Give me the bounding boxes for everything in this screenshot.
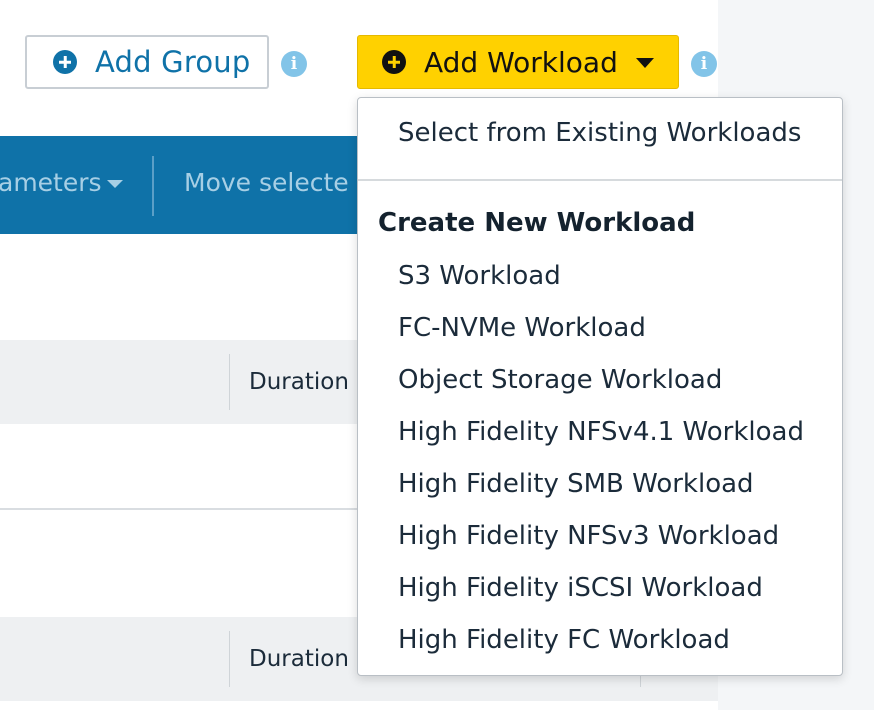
menu-divider xyxy=(358,179,842,181)
menu-item-s3-workload[interactable]: S3 Workload xyxy=(398,261,561,291)
info-icon[interactable]: i xyxy=(281,51,307,77)
menu-item-fc-nvme-workload[interactable]: FC-NVMe Workload xyxy=(398,313,646,343)
menu-item-object-storage-workload[interactable]: Object Storage Workload xyxy=(398,365,722,395)
add-workload-dropdown: Select from Existing Workloads Create Ne… xyxy=(357,97,843,676)
column-divider xyxy=(229,631,230,687)
info-icon[interactable]: i xyxy=(691,51,717,77)
add-workload-label: Add Workload xyxy=(424,45,618,79)
caret-down-icon xyxy=(107,180,123,188)
duration-column-header[interactable]: Duration xyxy=(249,646,349,672)
add-workload-button[interactable]: Add Workload xyxy=(357,35,679,89)
add-group-label: Add Group xyxy=(95,45,251,79)
menu-item-nfsv3-workload[interactable]: High Fidelity NFSv3 Workload xyxy=(398,521,779,551)
menu-item-fc-workload[interactable]: High Fidelity FC Workload xyxy=(398,625,730,655)
menu-item-smb-workload[interactable]: High Fidelity SMB Workload xyxy=(398,469,754,499)
toolbar-divider xyxy=(152,156,154,216)
parameters-menu[interactable]: ameters xyxy=(0,168,102,197)
create-new-workload-header: Create New Workload xyxy=(378,208,696,238)
move-selected-button[interactable]: Move selecte xyxy=(184,168,349,197)
add-group-button[interactable]: Add Group xyxy=(25,35,269,89)
plus-circle-icon xyxy=(382,50,406,74)
duration-column-header[interactable]: Duration xyxy=(249,369,349,395)
caret-down-icon xyxy=(636,58,654,68)
plus-circle-icon xyxy=(53,50,77,74)
menu-item-nfsv41-workload[interactable]: High Fidelity NFSv4.1 Workload xyxy=(398,417,804,447)
column-divider xyxy=(229,354,230,410)
select-existing-workloads-item[interactable]: Select from Existing Workloads xyxy=(398,118,801,148)
menu-item-iscsi-workload[interactable]: High Fidelity iSCSI Workload xyxy=(398,573,763,603)
